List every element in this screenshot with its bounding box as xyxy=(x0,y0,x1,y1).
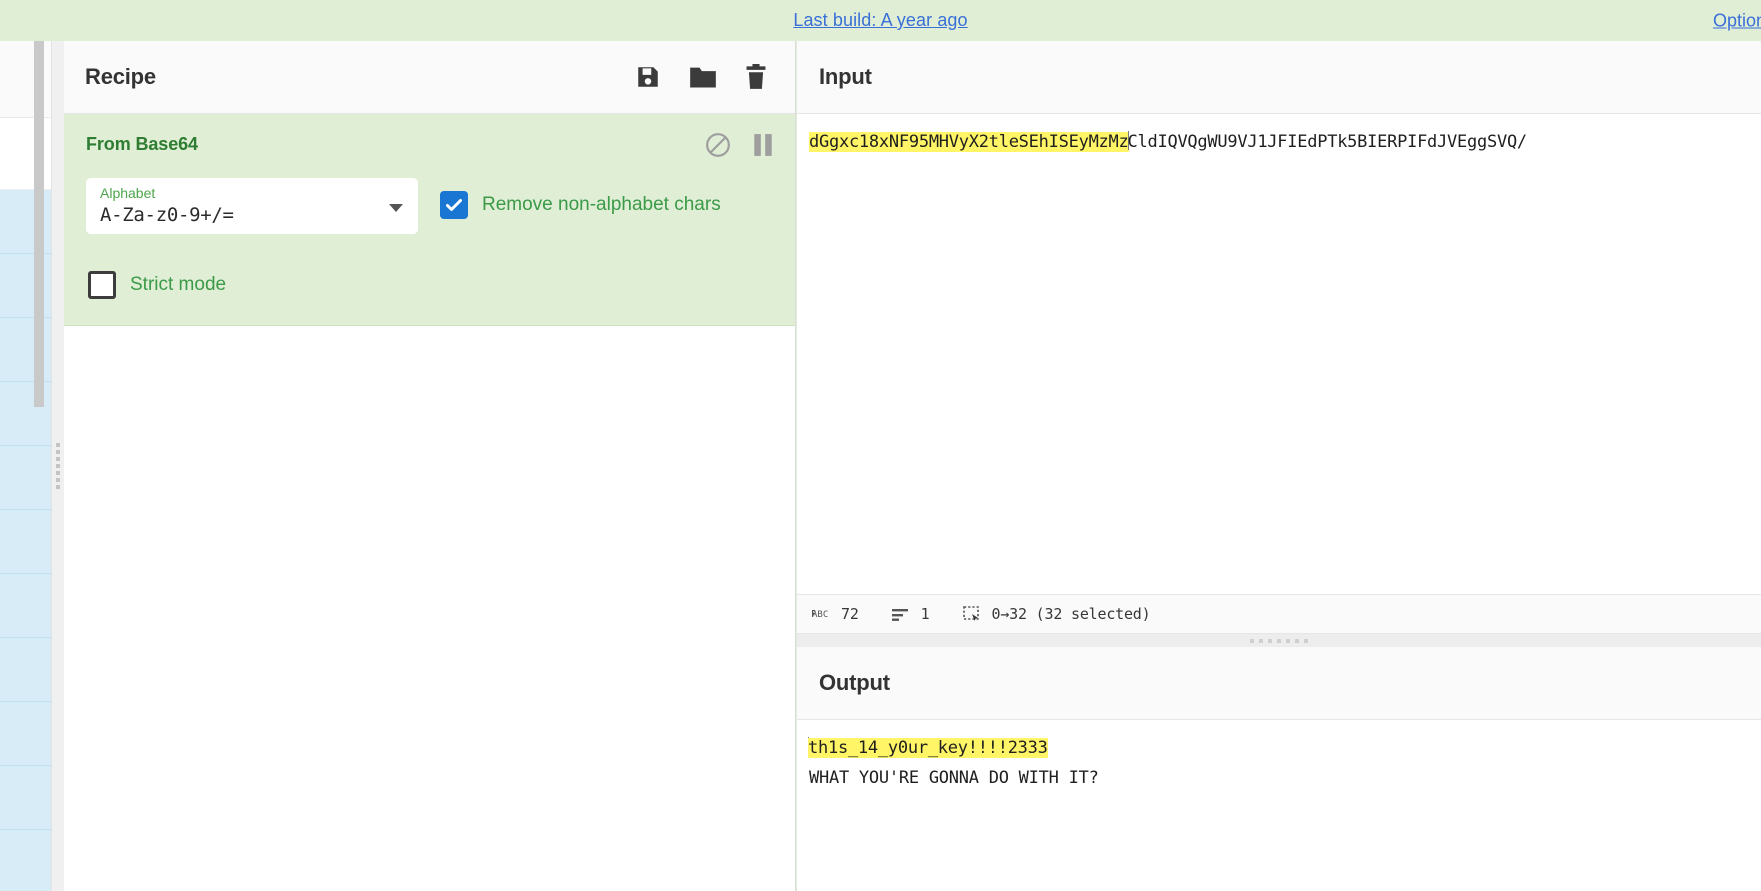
abc-icon: ABC xyxy=(811,609,831,619)
input-title: Input xyxy=(819,64,872,89)
splitter-dot xyxy=(1250,638,1254,643)
recipe-panel: Recipe From Base64 Alphabet A-Za-z0-9+/=… xyxy=(64,41,796,891)
operation-title: From Base64 xyxy=(86,134,198,154)
input-text-line: dGgxc18xNF95MHVyX2tleSEhISEyMzMzCldIQVQg… xyxy=(809,127,1761,157)
selection-icon xyxy=(962,606,982,622)
cyberchef-app: Last build: A year ago Options Recipe xyxy=(0,0,1761,891)
io-splitter[interactable] xyxy=(797,634,1761,647)
strict-mode-checkbox[interactable] xyxy=(88,271,116,299)
top-banner: Last build: A year ago Options xyxy=(0,0,1761,41)
splitter-dot xyxy=(1268,638,1272,643)
selection-stat: 0→32 (32 selected) xyxy=(962,605,1151,623)
alphabet-row: Alphabet A-Za-z0-9+/= Remove non-alphabe… xyxy=(86,178,773,234)
input-highlighted-text: dGgxc18xNF95MHVyX2tleSEhISEyMzMz xyxy=(809,132,1129,152)
operations-panel[interactable] xyxy=(0,41,52,891)
lines-icon xyxy=(891,607,911,621)
input-textarea[interactable]: dGgxc18xNF95MHVyX2tleSEhISEyMzMzCldIQVQg… xyxy=(797,114,1761,594)
alphabet-select[interactable]: Alphabet A-Za-z0-9+/= xyxy=(86,178,418,234)
operation-controls xyxy=(705,132,773,158)
length-stat: ABC 72 xyxy=(811,605,859,623)
input-header: Input xyxy=(797,41,1761,114)
splitter-dot xyxy=(1286,638,1290,643)
recipe-empty-area[interactable] xyxy=(64,326,795,891)
folder-icon[interactable] xyxy=(689,64,717,90)
splitter-dot xyxy=(1304,638,1308,643)
last-build-link[interactable]: Last build: A year ago xyxy=(793,10,967,31)
operation-list-item[interactable] xyxy=(0,510,51,574)
input-rest-text: CldIQVQgWU9VJ1JFIEdPTk5BIERPIFdJVEggSVQ/ xyxy=(1127,132,1528,152)
alphabet-value: A-Za-z0-9+/= xyxy=(100,204,234,226)
output-highlighted-text: th1s_14_y0ur_key!!!!2333 xyxy=(808,738,1048,758)
splitter-grip-icon xyxy=(56,443,60,489)
strict-mode-label: Strict mode xyxy=(130,274,227,295)
recipe-ops-splitter[interactable] xyxy=(52,41,64,891)
disable-icon[interactable] xyxy=(705,132,731,158)
recipe-header-actions xyxy=(635,64,767,90)
strict-mode-checkbox-row[interactable]: Strict mode xyxy=(88,271,773,299)
length-value: 72 xyxy=(841,605,859,623)
remove-non-alphabet-label: Remove non-alphabet chars xyxy=(482,194,721,215)
selection-value: 0→32 (32 selected) xyxy=(991,605,1151,623)
chevron-down-icon[interactable] xyxy=(389,204,403,212)
output-title: Output xyxy=(819,670,890,695)
output-line-2: WHAT YOU'RE GONNA DO WITH IT? xyxy=(809,768,1099,788)
io-column: Input dGgxc18xNF95MHVyX2tleSEhISEyMzMzCl… xyxy=(797,41,1761,891)
pause-icon[interactable] xyxy=(753,133,773,157)
remove-non-alphabet-checkbox[interactable] xyxy=(440,191,468,219)
recipe-title: Recipe xyxy=(85,64,156,89)
operations-scrollbar[interactable] xyxy=(34,41,44,407)
lines-value: 1 xyxy=(920,605,930,623)
operation-list-item[interactable] xyxy=(0,766,51,830)
splitter-dot xyxy=(1259,638,1263,643)
recipe-header: Recipe xyxy=(64,41,795,114)
operation-list-item[interactable] xyxy=(0,702,51,766)
operation-list-item[interactable] xyxy=(0,574,51,638)
trash-icon[interactable] xyxy=(745,64,767,90)
input-status-bar: ABC 72 1 0→32 (32 selected) xyxy=(797,594,1761,634)
output-line-1: th1s_14_y0ur_key!!!!2333 xyxy=(808,733,1761,763)
svg-text:ABC: ABC xyxy=(812,610,828,619)
operation-list-item[interactable] xyxy=(0,830,51,891)
output-header: Output xyxy=(797,647,1761,720)
operation-list-item[interactable] xyxy=(0,638,51,702)
options-link[interactable]: Options xyxy=(1713,10,1761,31)
splitter-dot xyxy=(1295,638,1299,643)
remove-non-alphabet-checkbox-row[interactable]: Remove non-alphabet chars xyxy=(440,178,721,219)
save-icon[interactable] xyxy=(635,64,661,90)
recipe-operation-from-base64[interactable]: From Base64 Alphabet A-Za-z0-9+/= Remove… xyxy=(64,114,795,326)
output-textarea[interactable]: th1s_14_y0ur_key!!!!2333 WHAT YOU'RE GON… xyxy=(797,720,1761,891)
operation-header: From Base64 xyxy=(86,132,773,158)
splitter-dot xyxy=(1277,638,1281,643)
operation-arguments: Alphabet A-Za-z0-9+/= Remove non-alphabe… xyxy=(86,178,773,299)
operation-list-item[interactable] xyxy=(0,446,51,510)
lines-stat: 1 xyxy=(891,605,930,623)
alphabet-label: Alphabet xyxy=(100,185,156,201)
